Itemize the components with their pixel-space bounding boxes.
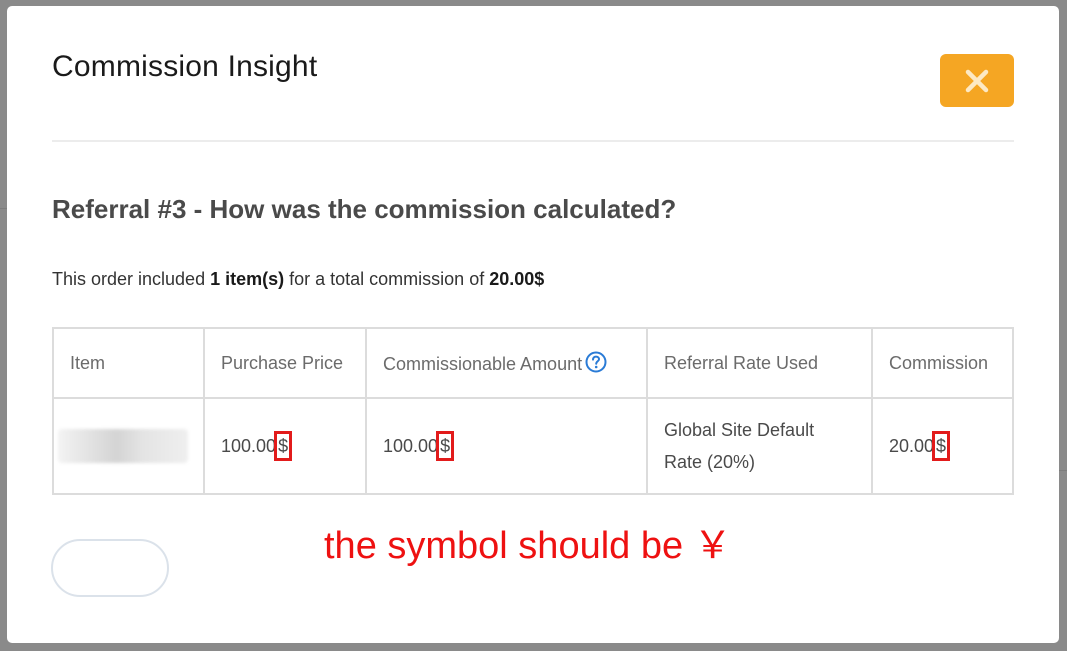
header-divider bbox=[52, 140, 1014, 142]
background-divider bbox=[0, 208, 7, 209]
blurred-item-name bbox=[58, 429, 188, 463]
cell-item bbox=[52, 397, 205, 495]
header-commissionable-amount: Commissionable Amount bbox=[365, 327, 648, 399]
rate-line-2: Rate (20%) bbox=[664, 452, 756, 472]
cell-referral-rate: Global Site Default Rate (20%) bbox=[646, 397, 873, 495]
commissionable-amount-value: 100.00 bbox=[383, 436, 439, 456]
header-item: Item bbox=[52, 327, 205, 399]
rate-line-1: Global Site Default bbox=[664, 420, 815, 440]
summary-total: 20.00$ bbox=[489, 269, 545, 289]
footer-button[interactable] bbox=[51, 539, 169, 597]
commission-table: Item Purchase Price Commissionable Amoun… bbox=[52, 327, 1014, 495]
section-heading: Referral #3 - How was the commission cal… bbox=[52, 194, 677, 224]
header-purchase-price: Purchase Price bbox=[203, 327, 367, 399]
commission-summary: This order included 1 item(s) for a tota… bbox=[52, 269, 544, 290]
commission-value: 20.00 bbox=[889, 436, 935, 456]
header-commission: Commission bbox=[871, 327, 1014, 399]
background-divider bbox=[1059, 470, 1067, 471]
table-header-row: Item Purchase Price Commissionable Amoun… bbox=[52, 327, 1014, 399]
currency-symbol-highlight: $ bbox=[274, 431, 293, 461]
summary-middle: for a total commission of bbox=[284, 269, 490, 289]
currency-symbol-highlight: $ bbox=[436, 431, 455, 461]
annotation-note: the symbol should be ￥ bbox=[324, 525, 732, 567]
currency-symbol-highlight: $ bbox=[932, 431, 951, 461]
summary-item-count: 1 item(s) bbox=[210, 269, 285, 289]
help-circle-icon[interactable] bbox=[585, 351, 607, 373]
close-button[interactable] bbox=[940, 54, 1014, 107]
purchase-price-value: 100.00 bbox=[221, 436, 277, 456]
commission-insight-modal: Commission Insight Referral #3 - How was… bbox=[7, 6, 1059, 643]
summary-prefix: This order included bbox=[52, 269, 211, 289]
close-icon bbox=[965, 69, 989, 92]
header-commissionable-amount-label: Commissionable Amount bbox=[383, 354, 583, 374]
cell-purchase-price: 100.00 $ bbox=[203, 397, 367, 495]
cell-commission: 20.00 $ bbox=[871, 397, 1014, 495]
header-referral-rate: Referral Rate Used bbox=[646, 327, 873, 399]
modal-title: Commission Insight bbox=[52, 50, 318, 83]
table-row: 100.00 $ 100.00 $ Global Site Default Rate… bbox=[52, 397, 1014, 495]
cell-commissionable-amount: 100.00 $ bbox=[365, 397, 648, 495]
